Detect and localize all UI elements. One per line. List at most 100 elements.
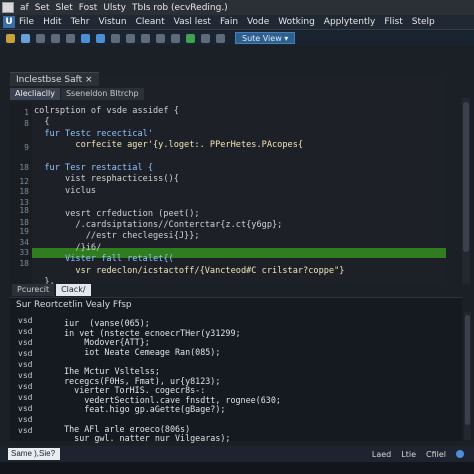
search-icon[interactable]: [111, 33, 120, 43]
toolbar: Sute View ▾: [0, 31, 474, 45]
output-line: vedertSectionl.cave fnsdtt, rognee(630;: [54, 394, 281, 405]
output-gutter-label: vsd: [18, 338, 33, 347]
output-title: Sur Reortcetlin Vealy Ffsp: [16, 300, 132, 310]
title-bar: af Set Slet Fost Ulsty TbIs rob (ecvRedi…: [0, 0, 474, 15]
menu-item[interactable]: Vasl lest: [174, 17, 211, 27]
view-select[interactable]: Sute View ▾: [235, 32, 296, 44]
menu-item[interactable]: Tehr: [71, 17, 90, 27]
code-area[interactable]: colrsption of vsde assidef { { fur Testc…: [34, 102, 446, 287]
code-line: {: [34, 117, 50, 128]
editor-tab-strip: Alecliaclly Sseneldon BItrchp: [10, 88, 446, 100]
indent-icon[interactable]: [156, 33, 165, 43]
code-line: vsr redeclon/icstactoff/{Vancteod#C cril…: [34, 265, 345, 276]
menu-view[interactable]: Vistun: [99, 17, 127, 27]
menu-item[interactable]: Vode: [247, 17, 269, 27]
line-number: 33: [19, 248, 29, 257]
code-line: corfecite ager'{y.loget:. PPerHetes.PAco…: [34, 140, 304, 151]
line-number: 12: [19, 177, 29, 186]
line-number: 18: [19, 206, 29, 215]
output-tab-strip: Pcurecit Clack/: [12, 284, 462, 296]
output-line: sur gwl. natter nur Vilgearas);: [54, 433, 231, 444]
output-line: Ihe Mctur Vsltelss;: [54, 366, 160, 376]
paste-icon[interactable]: [66, 33, 75, 43]
output-gutter-label: vsd: [18, 327, 33, 336]
window-icon: [2, 2, 14, 13]
code-line: /}i6/: [34, 242, 102, 253]
run-icon[interactable]: [186, 33, 195, 43]
editor-scrollbar[interactable]: [462, 98, 470, 284]
open-folder-icon[interactable]: [6, 33, 15, 43]
comment-icon[interactable]: [141, 33, 150, 43]
output-line: The AFl arle eroeco(806s): [54, 423, 191, 434]
menu-item[interactable]: Wotking: [278, 17, 315, 27]
output-tab[interactable]: Clack/: [56, 284, 91, 296]
redo-icon[interactable]: [96, 33, 105, 43]
notification-icon[interactable]: [456, 450, 464, 458]
title-menu-item[interactable]: Fost: [79, 3, 98, 13]
title-menu-item[interactable]: Set: [35, 3, 50, 13]
scrollbar-thumb[interactable]: [463, 102, 469, 252]
output-line: in vet (nstecte ecnoecrTHer(y31299;: [54, 327, 241, 338]
view-select-value: Sute View: [242, 34, 282, 43]
output-gutter-label: vsd: [18, 382, 33, 391]
editor-tab[interactable]: Alecliaclly: [10, 88, 60, 100]
chevron-down-icon: ▾: [284, 34, 289, 43]
menu-help[interactable]: Stelp: [412, 17, 435, 27]
outdent-icon[interactable]: [171, 33, 180, 43]
menu-item[interactable]: Flist: [384, 17, 402, 27]
document-tab[interactable]: Inclestbse Saft ×: [10, 72, 99, 86]
output-gutter-label: vsd: [18, 349, 33, 358]
menu-edit[interactable]: Hdit: [43, 17, 62, 27]
line-number: 18: [19, 259, 29, 268]
line-number-gutter: 1 8 9 18 12 18 13 18 18 19 34 33 18: [10, 102, 32, 286]
bookmark-icon[interactable]: [126, 33, 135, 43]
line-number: 34: [19, 238, 29, 247]
title-menu-item[interactable]: Slet: [55, 3, 72, 13]
menu-item[interactable]: Cleant: [136, 17, 165, 27]
status-item[interactable]: Cfilel: [426, 450, 446, 459]
status-bar: Laed Ltie Cfilel: [0, 446, 474, 462]
output-gutter-label: vsd: [18, 360, 33, 369]
line-number: 9: [24, 143, 29, 152]
line-number: 18: [19, 218, 29, 227]
code-line: fur Tesr restactial {: [34, 163, 153, 173]
cut-icon[interactable]: [36, 33, 45, 43]
output-gutter-label: vsd: [18, 316, 33, 325]
editor-panel: Inclestbse Saft × Alecliaclly Sseneldon …: [10, 72, 446, 287]
code-line: fur Testc recectical': [34, 128, 153, 139]
undo-icon[interactable]: [81, 33, 90, 43]
output-gutter-label: vsd: [18, 371, 33, 380]
output-panel: Sur Reortcetlin Vealy Ffsp vsd vsd vsd vsd v…: [10, 297, 462, 444]
debug-icon[interactable]: [201, 33, 210, 43]
save-icon[interactable]: [21, 33, 30, 43]
title-menu-item[interactable]: af: [20, 3, 29, 13]
line-number: 8: [24, 119, 29, 128]
title-menu-item[interactable]: Ulsty: [103, 3, 126, 13]
editor-tab[interactable]: Sseneldon BItrchp: [60, 88, 144, 100]
output-tab[interactable]: Pcurecit: [12, 284, 55, 296]
menu-bar: U File Hdit Tehr Vistun Cleant Vasl lest…: [0, 15, 474, 30]
status-item[interactable]: Laed: [372, 450, 391, 459]
code-line: vesrt crfeduction (peet();: [34, 208, 200, 219]
status-search-input[interactable]: [8, 448, 60, 460]
document-tab-label: Inclestbse Saft: [16, 75, 83, 85]
line-number: 1: [24, 108, 29, 117]
close-icon[interactable]: ×: [85, 75, 93, 85]
output-scrollbar[interactable]: [464, 312, 471, 440]
menu-item[interactable]: Applytently: [324, 17, 376, 27]
output-gutter-label: vsd: [18, 393, 33, 402]
line-number: 19: [19, 227, 29, 236]
scrollbar-thumb[interactable]: [465, 315, 470, 425]
settings-icon[interactable]: [216, 33, 225, 43]
code-line: Vister fall retalet{(: [34, 254, 174, 265]
code-line: colrsption of vsde assidef {: [34, 106, 179, 116]
menu-file[interactable]: File: [19, 17, 34, 27]
bottom-strip: [0, 462, 474, 474]
code-line: //estr checlegesi{J}};: [34, 231, 200, 242]
copy-icon[interactable]: [51, 33, 60, 43]
menu-item[interactable]: Fain: [220, 17, 238, 27]
output-gutter-label: vsd: [18, 404, 33, 413]
window-title: TbIs rob (ecvReding.): [131, 2, 228, 13]
status-item[interactable]: Ltie: [401, 450, 416, 459]
output-gutter: vsd vsd vsd vsd vsd vsd vsd vsd vsd vsd vsd: [10, 316, 48, 440]
